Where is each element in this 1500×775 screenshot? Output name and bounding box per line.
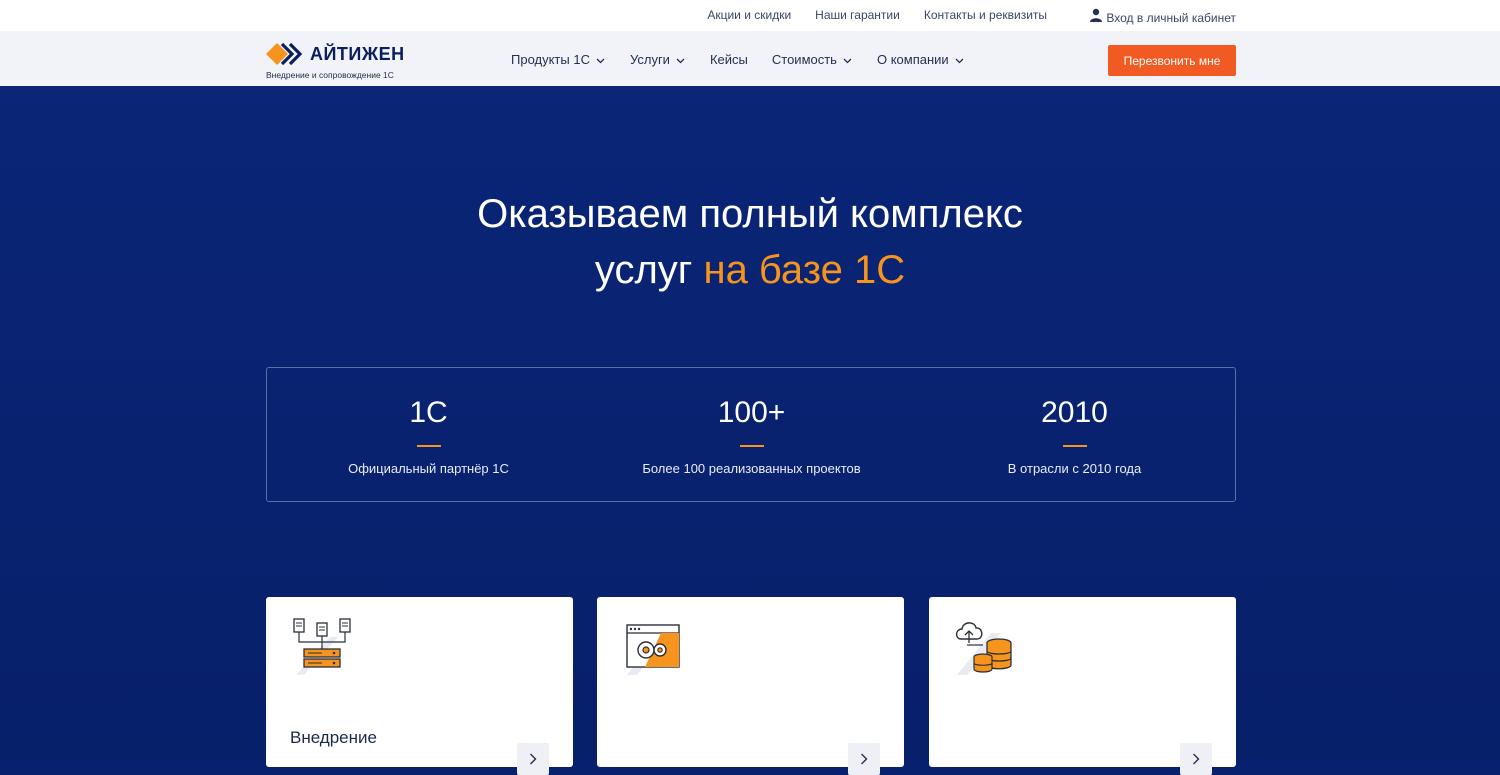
nav-cases-label: Кейсы xyxy=(709,52,748,67)
service-card-support[interactable] xyxy=(597,597,904,775)
chevron-right-icon xyxy=(1193,753,1200,765)
card-arrow-button[interactable] xyxy=(848,743,880,775)
stat-value: 100+ xyxy=(717,396,786,429)
nav-products[interactable]: Продукты 1С xyxy=(511,52,605,67)
stat-partner: 1С Официальный партнёр 1С xyxy=(267,368,590,501)
service-card-cloud[interactable] xyxy=(929,597,1236,775)
login-label: Вход в личный кабинет xyxy=(1106,11,1236,25)
chevron-down-icon xyxy=(676,52,685,67)
stats-panel: 1С Официальный партнёр 1С 100+ Более 100… xyxy=(266,367,1236,502)
servers-icon xyxy=(290,615,354,679)
hero-section: Оказываем полный комплекс услуг на базе … xyxy=(0,86,1500,775)
nav-pricing[interactable]: Стоимость xyxy=(772,52,852,67)
hero-title-accent: на базе 1С xyxy=(703,248,906,292)
nav-about-label: О компании xyxy=(876,52,949,67)
stat-description: В отрасли с 2010 года xyxy=(1007,461,1142,476)
nav-pricing-label: Стоимость xyxy=(771,52,837,67)
login-link[interactable]: Вход в личный кабинет xyxy=(1089,8,1236,25)
card-arrow-button[interactable] xyxy=(517,743,549,775)
stat-divider xyxy=(417,445,441,447)
callback-button[interactable]: Перезвонить мне xyxy=(1108,45,1236,76)
hero-title: Оказываем полный комплекс услуг на базе … xyxy=(0,186,1500,298)
user-icon xyxy=(1089,8,1106,25)
hero-title-line2-prefix: услуг xyxy=(594,248,704,292)
stat-divider xyxy=(740,445,764,447)
chevron-right-icon xyxy=(861,753,868,765)
stat-projects: 100+ Более 100 реализованных проектов xyxy=(590,368,913,501)
main-nav: Продукты 1С Услуги Кейсы Стоимость О ком… xyxy=(511,52,964,67)
stat-divider xyxy=(1063,445,1087,447)
nav-services[interactable]: Услуги xyxy=(630,52,685,67)
chevron-down-icon xyxy=(596,52,605,67)
nav-cases[interactable]: Кейсы xyxy=(710,52,748,67)
stat-description: Более 100 реализованных проектов xyxy=(642,461,861,476)
logo-tagline: Внедрение и сопровождение 1С xyxy=(266,70,394,80)
stat-description: Официальный партнёр 1С xyxy=(348,461,509,476)
logo-mark-icon xyxy=(266,41,304,67)
logo-brand: АЙТИЖЕН xyxy=(310,44,405,64)
hero-title-line1: Оказываем полный комплекс xyxy=(477,192,1023,236)
chevron-down-icon xyxy=(843,52,852,67)
contacts-link[interactable]: Контакты и реквизиты xyxy=(924,8,1047,25)
guarantees-link[interactable]: Наши гарантии xyxy=(815,8,900,25)
stat-value: 2010 xyxy=(1041,396,1108,429)
card-arrow-button[interactable] xyxy=(1180,743,1212,775)
chevron-right-icon xyxy=(530,753,537,765)
chevron-down-icon xyxy=(955,52,964,67)
card-title: Внедрение xyxy=(290,728,377,747)
cloud-database-icon xyxy=(953,615,1017,679)
promo-link[interactable]: Акции и скидки xyxy=(707,8,791,25)
stat-since: 2010 В отрасли с 2010 года xyxy=(913,368,1236,501)
main-header: АЙТИЖЕН Внедрение и сопровождение 1С Про… xyxy=(0,31,1500,86)
stat-value: 1С xyxy=(409,396,448,429)
site-logo[interactable]: АЙТИЖЕН Внедрение и сопровождение 1С xyxy=(266,41,416,81)
nav-about[interactable]: О компании xyxy=(877,52,964,67)
utility-links: Акции и скидки Наши гарантии Контакты и … xyxy=(707,8,1236,25)
gears-window-icon xyxy=(621,615,685,679)
nav-services-label: Услуги xyxy=(629,52,670,67)
nav-products-label: Продукты 1С xyxy=(511,52,590,67)
service-card-implementation[interactable]: Внедрение xyxy=(266,597,573,775)
top-utility-bar: Акции и скидки Наши гарантии Контакты и … xyxy=(0,0,1500,31)
